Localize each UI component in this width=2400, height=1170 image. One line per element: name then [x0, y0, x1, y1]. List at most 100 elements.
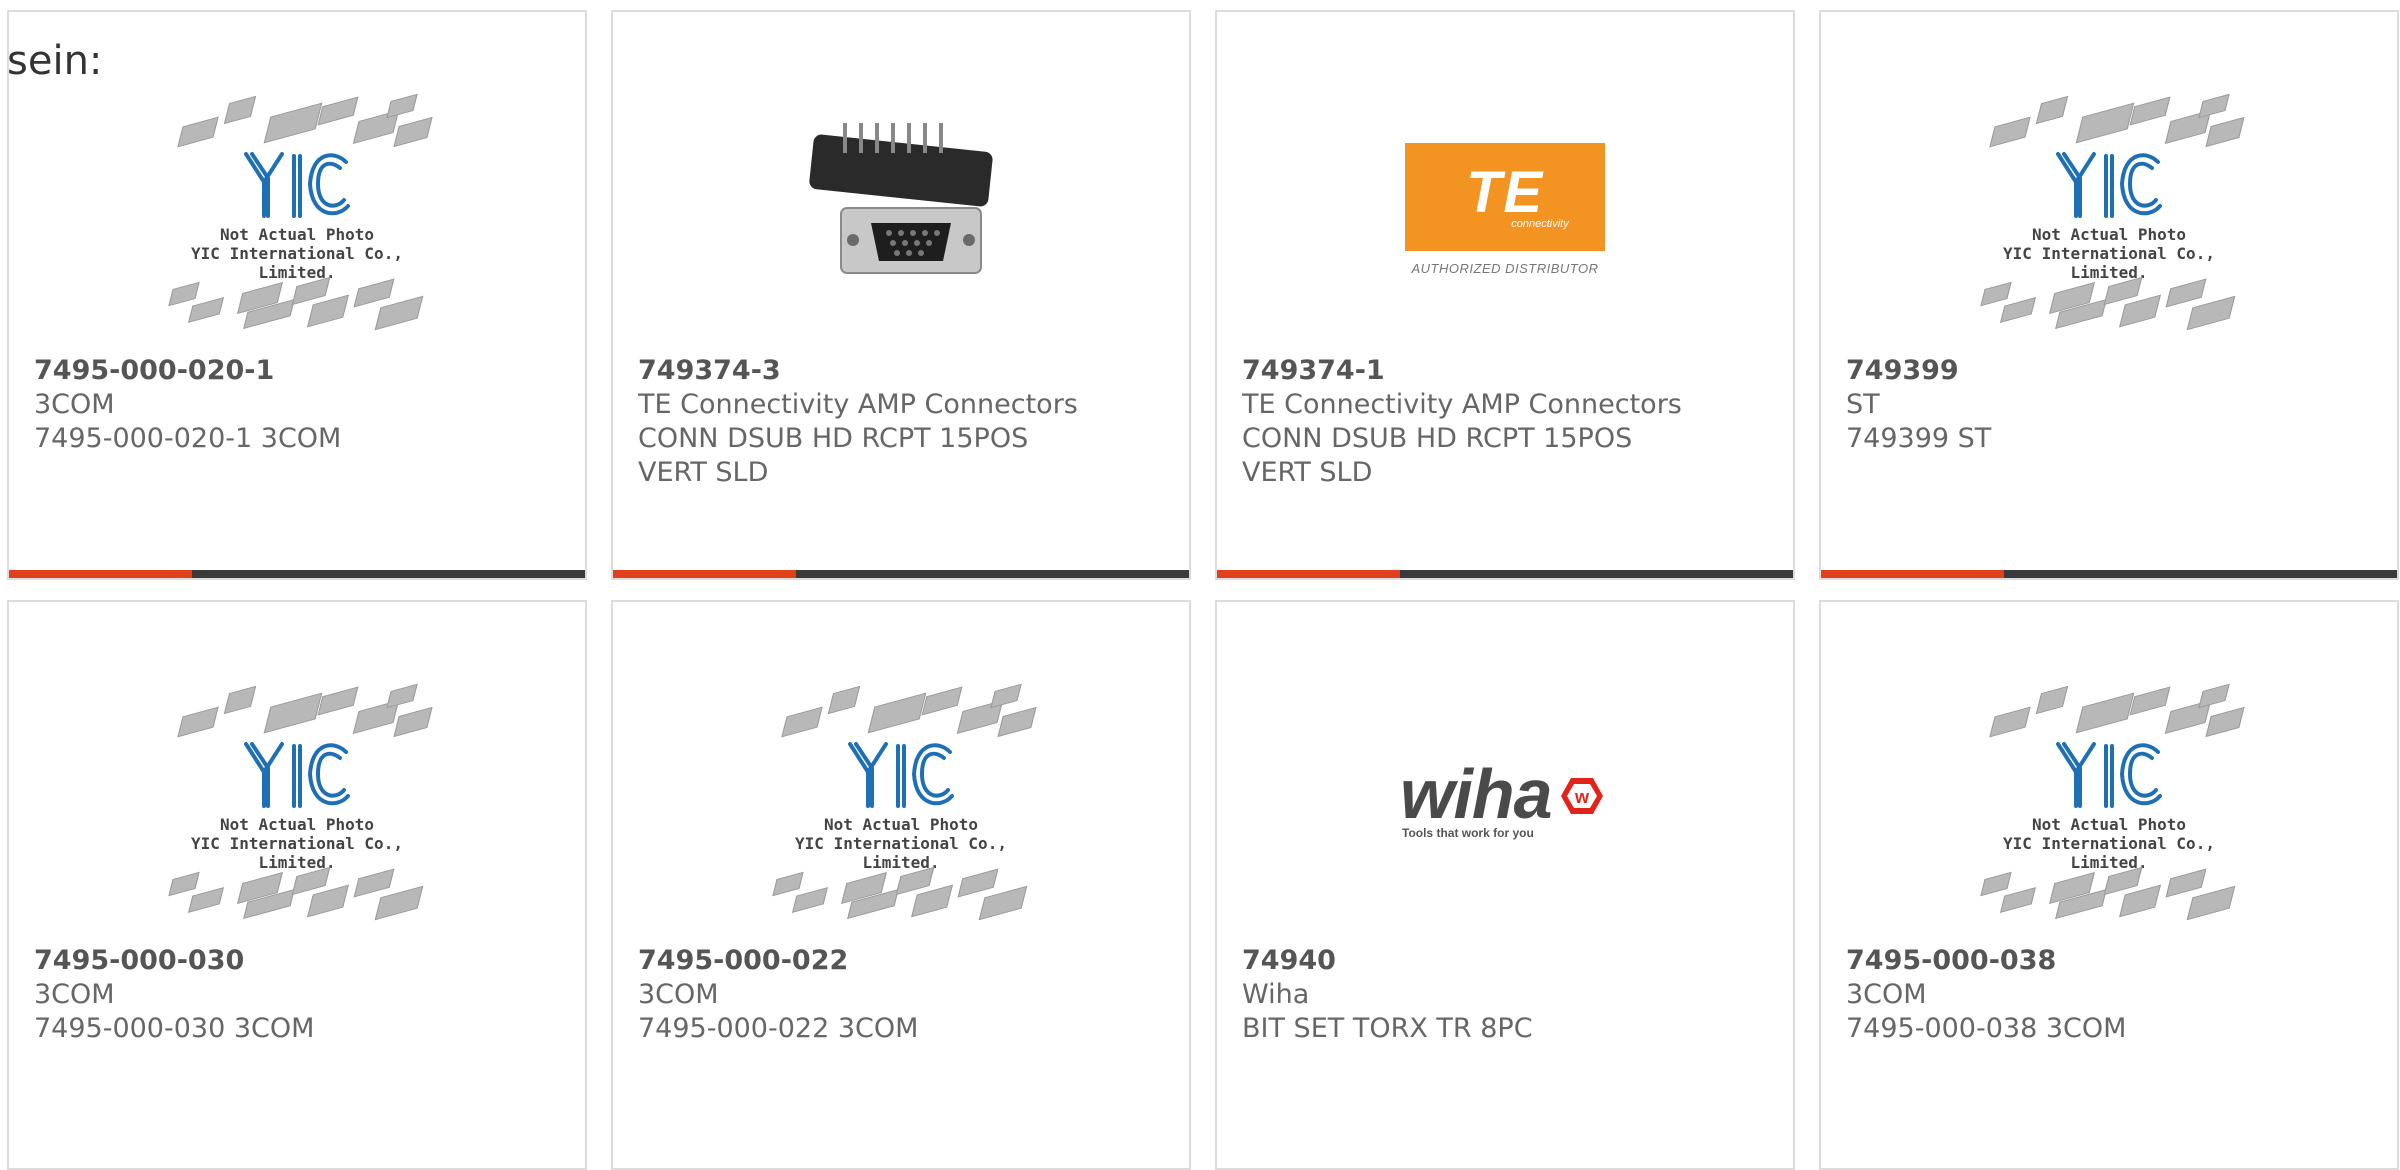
- placeholder-caption: Not Actual Photo: [823, 815, 979, 834]
- product-card[interactable]: wiha w Tools that work for you 74940 Wih…: [1215, 600, 1795, 1170]
- part-number[interactable]: 7495-000-038: [1846, 944, 2377, 978]
- product-image[interactable]: Not Actual Photo YIC International Co., …: [613, 660, 1189, 946]
- manufacturer: 3COM: [638, 979, 719, 1010]
- chip-decoration: [978, 885, 1028, 921]
- yic-logo-icon: [2056, 742, 2162, 808]
- chip-decoration: [188, 297, 224, 323]
- part-number[interactable]: 7495-000-020-1: [34, 354, 565, 388]
- chip-decoration: [374, 295, 424, 331]
- chip-decoration: [2035, 95, 2069, 125]
- section-heading: sein:: [7, 38, 103, 84]
- chip-decoration: [2205, 706, 2245, 738]
- product-card[interactable]: Not Actual Photo YIC International Co., …: [7, 10, 587, 580]
- chip-decoration: [263, 692, 323, 734]
- product-image[interactable]: Not Actual Photo YIC International Co., …: [9, 70, 585, 356]
- chip-decoration: [374, 885, 424, 921]
- chip-decoration: [772, 871, 804, 897]
- placeholder-image: Not Actual Photo YIC International Co., …: [1974, 683, 2245, 923]
- chip-decoration: [1980, 281, 2012, 307]
- chip-decoration: [393, 706, 433, 738]
- chip-decoration: [2075, 102, 2135, 144]
- part-number[interactable]: 7495-000-022: [638, 944, 1169, 978]
- chip-decoration: [1989, 116, 2031, 148]
- chip-decoration: [2205, 116, 2245, 148]
- chip-decoration: [188, 887, 224, 913]
- chip-decoration: [263, 102, 323, 144]
- chip-decoration: [2186, 295, 2236, 331]
- chip-decoration: [2119, 884, 2161, 918]
- description: 749399 ST: [1846, 423, 1992, 454]
- product-card[interactable]: TE connectivity AUTHORIZED DISTRIBUTOR 7…: [1215, 10, 1795, 580]
- placeholder-caption: Not Actual Photo: [2031, 225, 2187, 244]
- wiha-word: wiha: [1400, 755, 1553, 833]
- product-card[interactable]: Not Actual Photo YIC International Co., …: [611, 600, 1191, 1170]
- part-number[interactable]: 749374-1: [1242, 354, 1773, 388]
- placeholder-image: Not Actual Photo YIC International Co., …: [766, 683, 1037, 923]
- te-mark: TE: [1465, 160, 1545, 225]
- product-image[interactable]: Not Actual Photo YIC International Co., …: [1821, 660, 2397, 946]
- description: BIT SET TORX TR 8PC: [1242, 1013, 1533, 1044]
- chip-decoration: [2198, 683, 2230, 709]
- part-number[interactable]: 7495-000-030: [34, 944, 565, 978]
- chip-decoration: [353, 868, 395, 898]
- chip-decoration: [177, 706, 219, 738]
- chip-decoration: [317, 96, 359, 126]
- yic-logo-icon: [244, 152, 350, 218]
- product-image[interactable]: wiha w Tools that work for you: [1217, 660, 1793, 946]
- chip-decoration: [2129, 96, 2171, 126]
- chip-decoration: [223, 95, 257, 125]
- product-image[interactable]: Not Actual Photo YIC International Co., …: [9, 660, 585, 946]
- product-image[interactable]: TE connectivity AUTHORIZED DISTRIBUTOR: [1217, 70, 1793, 356]
- chip-decoration: [990, 683, 1022, 709]
- description: CONN DSUB HD RCPT 15POS VERT SLD: [638, 423, 1029, 488]
- placeholder-image: Not Actual Photo YIC International Co., …: [162, 93, 433, 333]
- chip-decoration: [386, 93, 418, 119]
- chip-decoration: [2165, 868, 2207, 898]
- placeholder-caption: Not Actual Photo: [2031, 815, 2187, 834]
- description: CONN DSUB HD RCPT 15POS VERT SLD: [1242, 423, 1633, 488]
- product-card[interactable]: 749374-3 TE Connectivity AMP Connectors …: [611, 10, 1191, 580]
- chip-decoration: [177, 116, 219, 148]
- manufacturer: 3COM: [34, 979, 115, 1010]
- chip-decoration: [386, 683, 418, 709]
- chip-decoration: [2000, 297, 2036, 323]
- manufacturer: 3COM: [1846, 979, 1927, 1010]
- chip-decoration: [781, 706, 823, 738]
- product-card[interactable]: Not Actual Photo YIC International Co., …: [1819, 600, 2399, 1170]
- chip-decoration: [2035, 685, 2069, 715]
- yic-logo-icon: [2056, 152, 2162, 218]
- chip-decoration: [2129, 686, 2171, 716]
- chip-decoration: [393, 116, 433, 148]
- chip-decoration: [957, 868, 999, 898]
- part-number[interactable]: 749374-3: [638, 354, 1169, 388]
- chip-decoration: [2165, 278, 2207, 308]
- yic-logo-icon: [244, 742, 350, 808]
- placeholder-image: Not Actual Photo YIC International Co., …: [162, 683, 433, 923]
- yic-logo-icon: [848, 742, 954, 808]
- chip-decoration: [168, 281, 200, 307]
- description: 7495-000-030 3COM: [34, 1013, 315, 1044]
- part-number[interactable]: 749399: [1846, 354, 2377, 388]
- chip-decoration: [1980, 871, 2012, 897]
- product-image[interactable]: [613, 70, 1189, 356]
- chip-decoration: [307, 884, 349, 918]
- description: 7495-000-022 3COM: [638, 1013, 919, 1044]
- chip-decoration: [2186, 885, 2236, 921]
- chip-decoration: [921, 686, 963, 716]
- card-bar: [1217, 570, 1793, 578]
- product-card[interactable]: Not Actual Photo YIC International Co., …: [1819, 10, 2399, 580]
- part-number[interactable]: 74940: [1242, 944, 1773, 978]
- chip-decoration: [867, 692, 927, 734]
- chip-decoration: [911, 884, 953, 918]
- te-logo: TE connectivity AUTHORIZED DISTRIBUTOR: [1405, 143, 1605, 283]
- placeholder-image: Not Actual Photo YIC International Co., …: [1974, 93, 2245, 333]
- te-sub: connectivity: [1511, 218, 1569, 230]
- chip-decoration: [827, 685, 861, 715]
- chip-decoration: [1989, 706, 2031, 738]
- placeholder-caption: Not Actual Photo: [219, 815, 375, 834]
- product-card[interactable]: Not Actual Photo YIC International Co., …: [7, 600, 587, 1170]
- dsub-connector-icon: [809, 123, 993, 274]
- product-image[interactable]: Not Actual Photo YIC International Co., …: [1821, 70, 2397, 356]
- chip-decoration: [2000, 887, 2036, 913]
- placeholder-caption: Not Actual Photo: [219, 225, 375, 244]
